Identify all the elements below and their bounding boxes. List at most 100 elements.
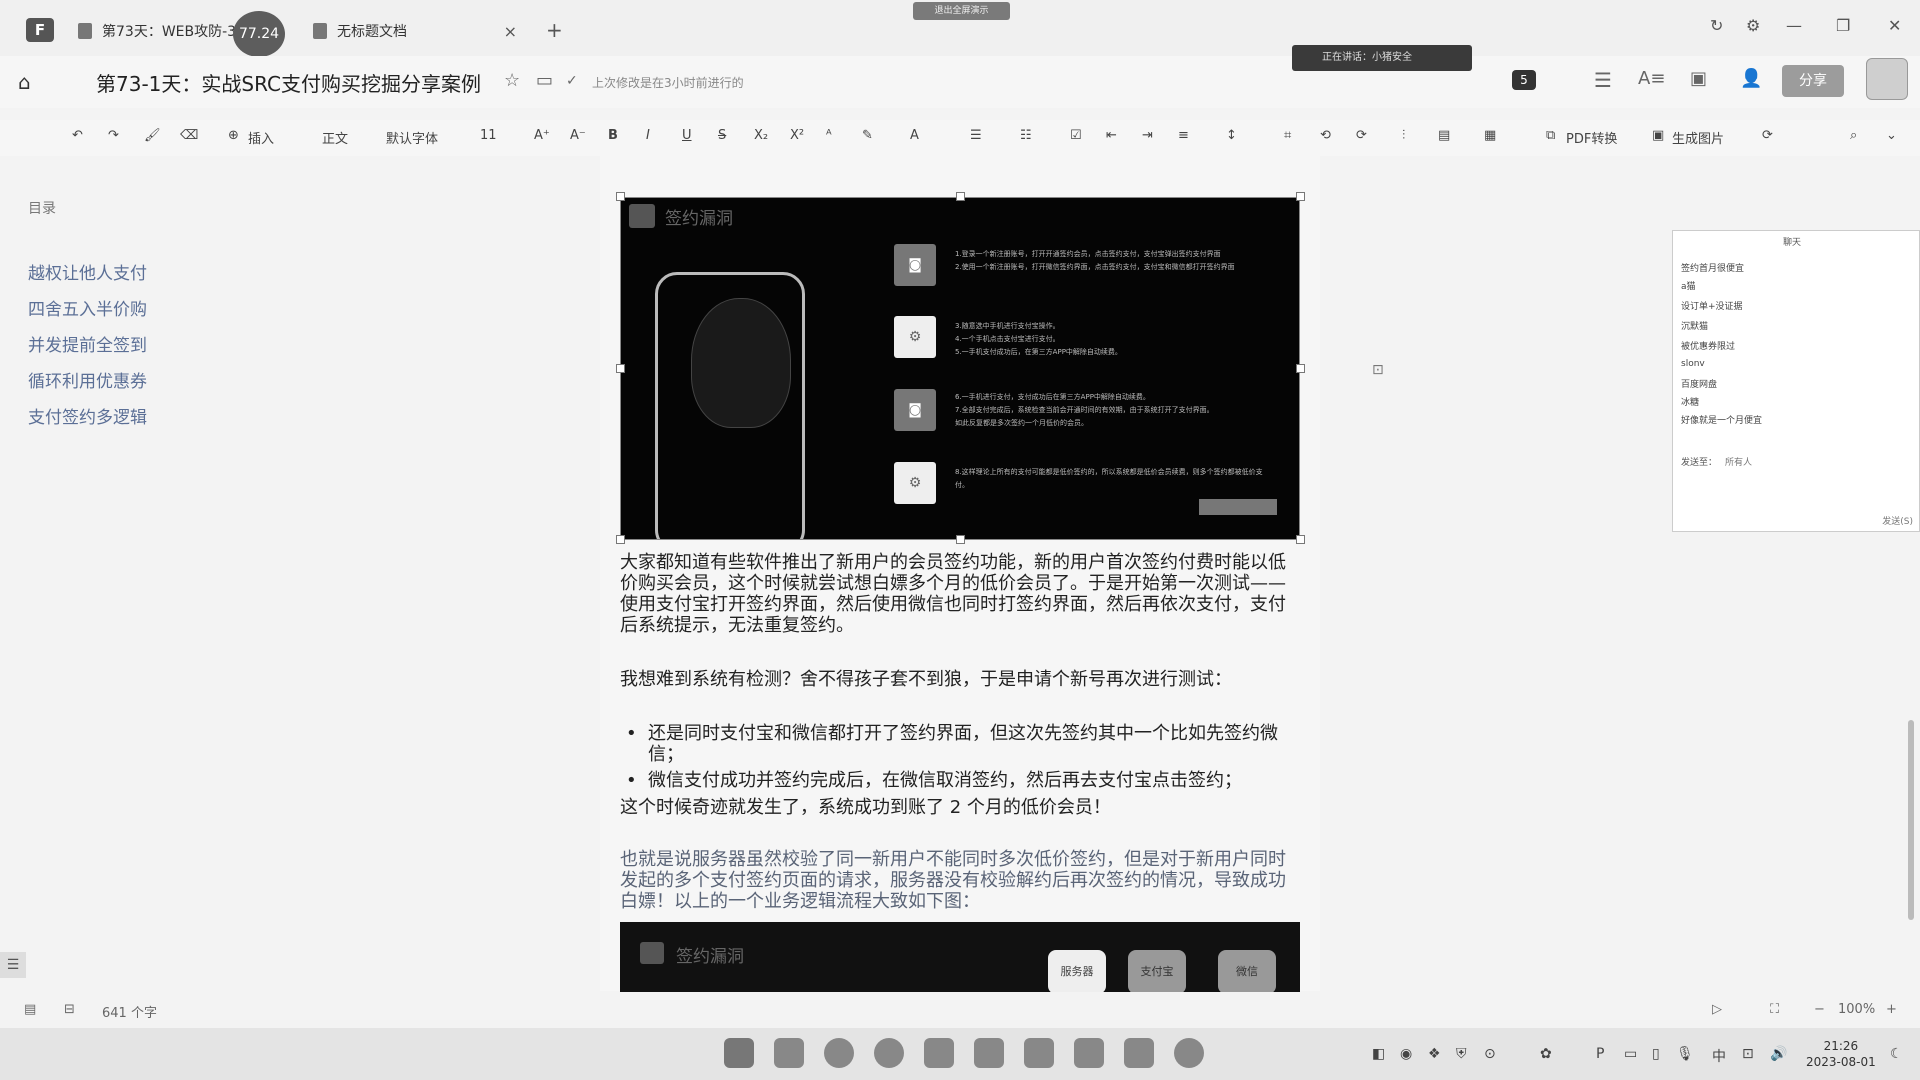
outdent-icon[interactable]: ⇤ <box>1106 128 1117 143</box>
notification-moon-icon[interactable]: ☾ <box>1890 1046 1903 1062</box>
logic-flow-image[interactable]: 签约漏洞 服务器 支付宝 微信 <box>620 922 1300 992</box>
list-item[interactable]: 还是同时支付宝和微信都打开了签约界面，但这次先签约其中一个比如先签约微信； <box>648 723 1300 765</box>
document-title[interactable]: 第73-1天：实战SRC支付购买挖掘分享案例 <box>96 68 481 97</box>
image-text-icon[interactable]: ⫶ <box>1402 128 1405 143</box>
indent-icon[interactable]: ⇥ <box>1142 128 1153 143</box>
recording-banner[interactable]: 退出全屏演示 <box>913 2 1010 20</box>
comment-icon[interactable]: ▤ <box>1438 128 1450 143</box>
start-menu-icon[interactable] <box>724 1038 754 1068</box>
signing-vuln-image[interactable]: 签约漏洞 ◙ ⚙ ◙ ⚙ 1.登录一个新注册账号，打开开通签约会员，点击签约支付… <box>620 197 1300 540</box>
align-icon[interactable]: ≡ <box>1178 128 1189 143</box>
pdf-icon[interactable]: ⧉ <box>1546 128 1555 143</box>
tray-app-icon[interactable]: ❖ <box>1428 1046 1441 1062</box>
meeting-speaking-indicator[interactable]: 正在讲话：小猪安全 <box>1292 45 1472 71</box>
generate-image-icon[interactable]: ▣ <box>1652 128 1664 143</box>
close-window-icon[interactable]: ✕ <box>1888 16 1901 35</box>
display-icon[interactable]: ▭ <box>1624 1046 1637 1062</box>
toc-item[interactable]: 并发提前全签到 <box>28 331 147 356</box>
resize-handle[interactable] <box>616 364 625 373</box>
security-shield-icon[interactable]: ⛨ <box>1456 1046 1467 1062</box>
toc-item[interactable]: 支付签约多逻辑 <box>28 403 147 428</box>
fullscreen-icon[interactable]: ⛶ <box>1770 1002 1779 1017</box>
insert-button[interactable]: 插入 <box>248 128 274 147</box>
microphone-icon[interactable]: 🎙 <box>1676 1046 1694 1062</box>
send-button[interactable]: 发送(S) <box>1882 514 1913 527</box>
tab-untitled-doc[interactable]: 无标题文档 × <box>313 14 533 48</box>
meeting-app-icon[interactable] <box>1074 1038 1104 1068</box>
document-app-icon[interactable] <box>924 1038 954 1068</box>
highlight-icon[interactable]: ✎ <box>862 128 873 143</box>
menu-icon[interactable]: ☰ <box>1594 68 1612 92</box>
java-app-icon[interactable] <box>1124 1038 1154 1068</box>
redo-icon[interactable]: ↷ <box>108 128 119 143</box>
qq-app-icon[interactable] <box>1174 1038 1204 1068</box>
home-icon[interactable]: ⌂ <box>18 70 31 94</box>
screenshot-icon[interactable]: ⊙ <box>1484 1046 1496 1062</box>
insert-icon[interactable]: ⊕ <box>228 128 239 143</box>
share-button[interactable]: 分享 <box>1782 65 1844 97</box>
subscript-icon[interactable]: X₂ <box>754 128 768 143</box>
checklist-icon[interactable]: ☑ <box>1070 128 1082 143</box>
tray-app-icon[interactable]: ✿ <box>1540 1046 1552 1062</box>
rotate-right-icon[interactable]: ⟳ <box>1356 128 1367 143</box>
add-comment-icon[interactable]: ⊡ <box>1372 362 1384 378</box>
line-spacing-icon[interactable]: ↕ <box>1226 128 1237 143</box>
history-icon[interactable]: ⟳ <box>1762 128 1773 143</box>
chevron-down-icon[interactable]: ⌄ <box>1886 128 1897 143</box>
crop-icon[interactable]: ⌗ <box>1284 128 1291 143</box>
list-item[interactable]: 微信支付成功并签约完成后，在微信取消签约，然后再去支付宝点击签约； <box>648 770 1300 791</box>
resize-handle[interactable] <box>1296 535 1305 544</box>
tray-app-icon[interactable]: P <box>1596 1046 1604 1062</box>
battery-icon[interactable]: ▯ <box>1652 1046 1660 1062</box>
photos-app-icon[interactable] <box>974 1038 1004 1068</box>
italic-button[interactable]: I <box>646 128 650 143</box>
present-icon[interactable]: ▣ <box>1690 68 1707 89</box>
text-format-icon[interactable]: A≡ <box>1638 68 1665 89</box>
outline-toggle-icon[interactable]: ☰ <box>0 952 26 978</box>
add-tab-button[interactable]: + <box>546 18 563 42</box>
resize-handle[interactable] <box>616 192 625 201</box>
resize-handle[interactable] <box>1296 364 1305 373</box>
image-icon[interactable]: ▦ <box>1484 128 1496 143</box>
bold-button[interactable]: B <box>608 128 618 143</box>
avatar[interactable] <box>1866 58 1908 100</box>
paragraph-style-select[interactable]: 正文 <box>322 128 348 147</box>
toc-item[interactable]: 越权让他人支付 <box>28 259 147 284</box>
increase-font-icon[interactable]: A⁺ <box>534 128 550 143</box>
generate-image-button[interactable]: 生成图片 <box>1672 128 1724 147</box>
zoom-level[interactable]: 100% <box>1838 1002 1875 1017</box>
input-method-indicator[interactable]: 中 <box>1712 1046 1726 1066</box>
network-icon[interactable]: ⊡ <box>1742 1046 1754 1062</box>
search-icon[interactable]: ⌕ <box>1850 128 1857 143</box>
bullet-list-icon[interactable]: ☰ <box>970 128 982 143</box>
clear-format-icon[interactable]: ⌫ <box>180 128 198 143</box>
text-effect-icon[interactable]: ᴬ <box>826 128 832 143</box>
minimize-icon[interactable]: — <box>1786 16 1802 35</box>
tray-app-icon[interactable]: ◉ <box>1400 1046 1412 1062</box>
undo-icon[interactable]: ↶ <box>72 128 83 143</box>
zoom-out-button[interactable]: − <box>1814 1002 1825 1017</box>
paragraph[interactable]: 我想难到系统有检测？舍不得孩子套不到狼，于是申请个新号再次进行测试： <box>620 669 1302 690</box>
resize-handle[interactable] <box>616 535 625 544</box>
app-logo-icon[interactable]: F <box>26 18 54 42</box>
format-painter-icon[interactable]: 🖌 <box>144 128 161 143</box>
zoom-in-button[interactable]: + <box>1886 1002 1897 1017</box>
paragraph[interactable]: 这个时候奇迹就发生了，系统成功到账了 2 个月的低价会员！ <box>620 797 1302 818</box>
volume-icon[interactable]: 🔊 <box>1770 1046 1787 1062</box>
collaborator-icon[interactable]: 👤 <box>1740 68 1762 89</box>
system-clock[interactable]: 21:26 2023-08-01 <box>1806 1038 1876 1070</box>
font-color-icon[interactable]: A <box>910 128 919 143</box>
page-view-icon[interactable]: ⊟ <box>64 1002 75 1017</box>
word-count[interactable]: 641 个字 <box>102 1002 157 1021</box>
toc-item[interactable]: 循环利用优惠券 <box>28 367 147 392</box>
move-folder-icon[interactable]: ▭ <box>536 70 553 91</box>
outline-view-icon[interactable]: ▤ <box>24 1002 36 1017</box>
maximize-icon[interactable]: ❐ <box>1836 16 1850 35</box>
send-to-select[interactable]: 所有人 <box>1725 455 1752 468</box>
paragraph[interactable]: 大家都知道有些软件推出了新用户的会员签约功能，新的用户首次签约付费时能以低价购买… <box>620 552 1302 636</box>
underline-button[interactable]: U <box>682 128 692 143</box>
refresh-icon[interactable]: ↻ <box>1710 16 1723 35</box>
paragraph-highlighted[interactable]: 也就是说服务器虽然校验了同一新用户不能同时多次低价签约，但是对于新用户同时发起的… <box>620 849 1302 912</box>
decrease-font-icon[interactable]: A⁻ <box>570 128 586 143</box>
pdf-convert-button[interactable]: PDF转换 <box>1566 128 1617 147</box>
